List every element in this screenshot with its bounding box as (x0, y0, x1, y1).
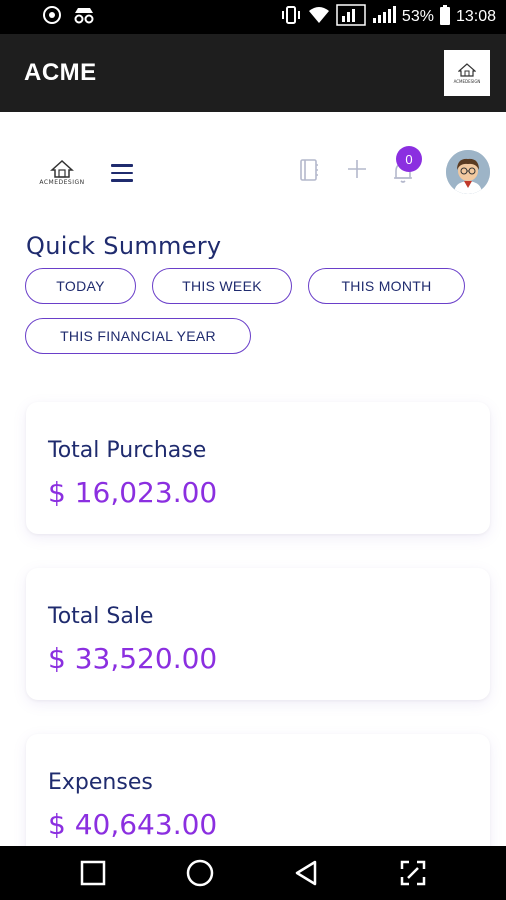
filter-today[interactable]: TODAY (25, 268, 136, 304)
house-logo-icon (50, 160, 74, 178)
vibrate-icon (280, 5, 302, 30)
notification-badge: 0 (396, 146, 422, 172)
battery-icon (439, 4, 450, 30)
card-value: $ 33,520.00 (48, 642, 218, 675)
house-logo-icon (458, 62, 476, 77)
brand-text: ACMEDESIGN (39, 179, 85, 186)
notebook-icon[interactable] (299, 158, 319, 182)
card-label: Total Sale (48, 604, 154, 629)
incognito-icon (72, 5, 96, 30)
app-title: ACME (24, 59, 97, 86)
filter-this-month[interactable]: THIS MONTH (308, 268, 465, 304)
app-bar: ACME ACMEDESIGN (0, 34, 506, 112)
status-bar: 53% 13:08 (0, 0, 506, 34)
avatar[interactable] (446, 150, 490, 194)
signal-icon (372, 5, 396, 29)
fullscreen-button[interactable] (393, 853, 433, 893)
total-sale-card[interactable]: Total Sale $ 33,520.00 (26, 568, 490, 700)
data-icon (336, 3, 366, 31)
card-label: Expenses (48, 770, 153, 795)
home-button[interactable] (180, 853, 220, 893)
menu-icon[interactable] (111, 164, 133, 182)
system-nav-bar (0, 846, 506, 900)
total-purchase-card[interactable]: Total Purchase $ 16,023.00 (26, 402, 490, 534)
wifi-icon (308, 6, 330, 29)
sync-icon (42, 5, 62, 30)
circle-icon (186, 859, 213, 887)
card-label: Total Purchase (48, 438, 207, 463)
expand-icon (400, 860, 425, 886)
expenses-card[interactable]: Expenses $ 40,643.00 (26, 734, 490, 846)
filter-this-financial-year[interactable]: THIS FINANCIAL YEAR (25, 318, 251, 354)
filter-this-week[interactable]: THIS WEEK (152, 268, 292, 304)
add-icon[interactable] (346, 158, 368, 180)
brand-logo[interactable]: ACMEDESIGN (30, 160, 94, 188)
top-toolbar: ACMEDESIGN 0 (0, 146, 506, 198)
clock: 13:08 (455, 8, 496, 25)
recents-button[interactable] (73, 853, 113, 893)
main-content: ACMEDESIGN 0 Quick Summery TODAY THIS WE… (0, 112, 506, 846)
section-title: Quick Summery (26, 232, 222, 260)
battery-percent: 53% (401, 8, 434, 25)
triangle-back-icon (296, 860, 317, 886)
app-logo-text: ACMEDESIGN (453, 78, 481, 84)
card-value: $ 40,643.00 (48, 808, 218, 841)
back-button[interactable] (286, 853, 326, 893)
app-logo[interactable]: ACMEDESIGN (444, 50, 490, 96)
card-value: $ 16,023.00 (48, 476, 218, 509)
square-icon (81, 860, 106, 886)
